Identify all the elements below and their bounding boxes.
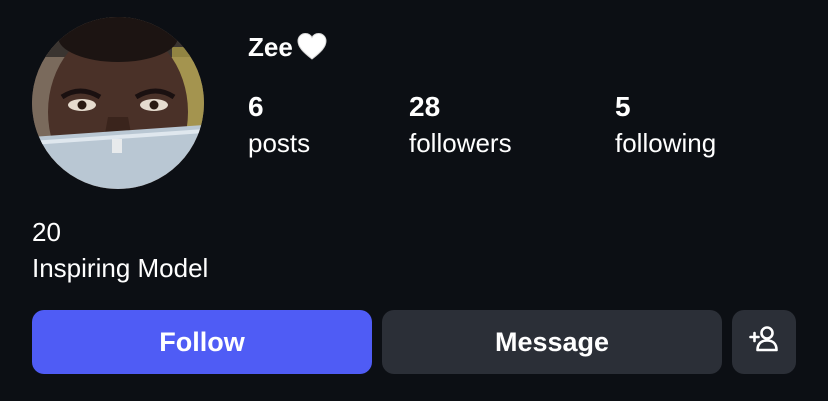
- username: Zee: [248, 30, 329, 64]
- follow-button-label: Follow: [159, 326, 245, 357]
- profile-header: Zee 6 posts 28 followers 5 following 20 …: [0, 0, 828, 401]
- following-stat[interactable]: 5 following: [615, 90, 716, 160]
- bio: 20 Inspiring Model: [32, 214, 208, 286]
- posts-stat[interactable]: 6 posts: [248, 90, 310, 160]
- posts-count: 6: [248, 91, 264, 122]
- following-count: 5: [615, 91, 631, 122]
- message-button[interactable]: Message: [382, 310, 722, 374]
- follow-button[interactable]: Follow: [32, 310, 372, 374]
- posts-label: posts: [248, 128, 311, 158]
- bio-line-1: 20: [32, 217, 61, 247]
- avatar-image: [32, 17, 204, 189]
- following-label: following: [615, 128, 717, 158]
- avatar[interactable]: [32, 17, 204, 189]
- followers-stat[interactable]: 28 followers: [409, 90, 512, 160]
- message-button-label: Message: [494, 326, 610, 357]
- followers-label: followers: [409, 128, 512, 158]
- add-user-icon: [748, 323, 780, 362]
- white-heart-icon: [295, 30, 329, 64]
- followers-count: 28: [409, 91, 441, 122]
- bio-line-2: Inspiring Model: [32, 253, 209, 283]
- add-user-button[interactable]: [732, 310, 796, 374]
- username-text: Zee: [248, 31, 293, 62]
